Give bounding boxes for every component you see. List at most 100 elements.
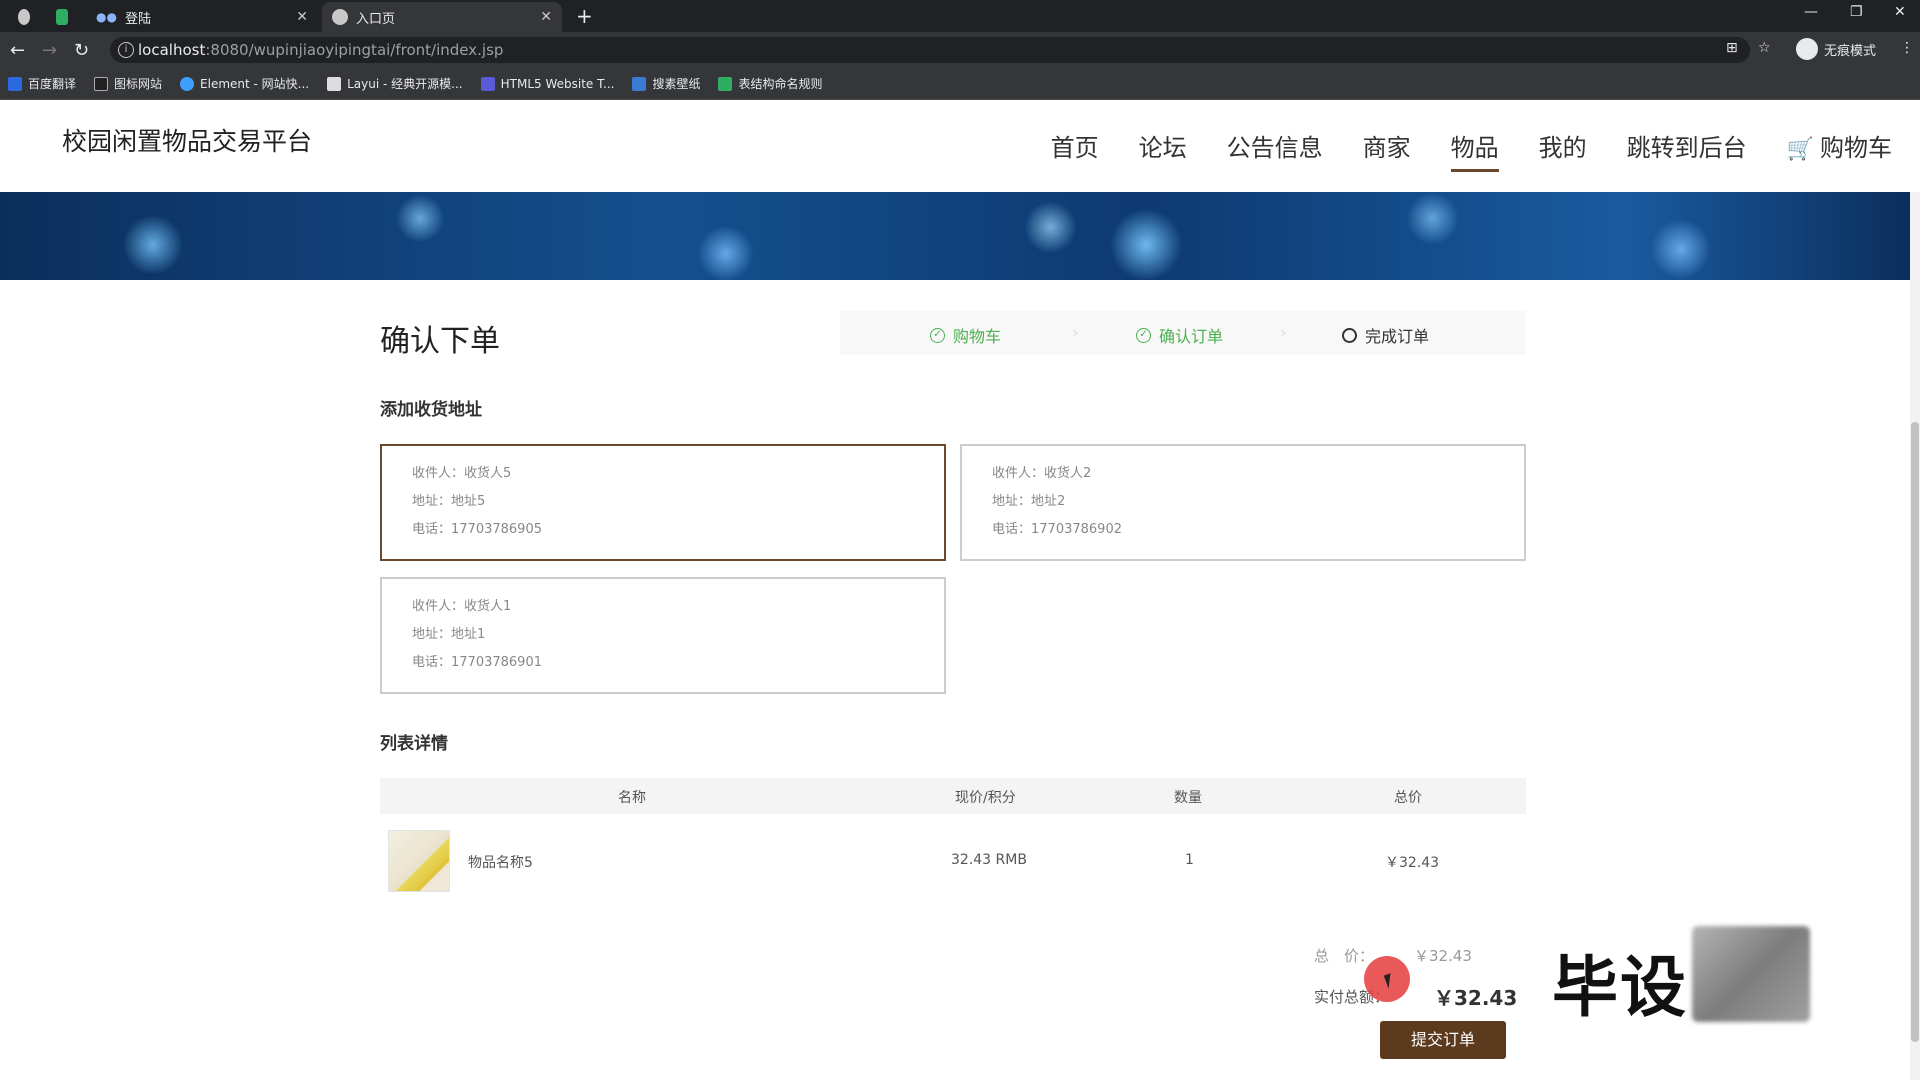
address-receiver: 收件人：收货人2 bbox=[992, 466, 1092, 481]
bookmarks-bar: 百度翻译 图标网站 Element - 网站快... Layui - 经典开源模… bbox=[0, 68, 1920, 100]
url-path: :8080/wupinjiaoyipingtai/front/index.jsp bbox=[205, 41, 504, 59]
bookmark-item[interactable]: 搜素壁纸 bbox=[632, 75, 700, 92]
address-bar: ← → ↻ i localhost:8080/wupinjiaoyipingta… bbox=[0, 32, 1920, 68]
globe-icon bbox=[332, 9, 348, 25]
step-confirm: ✓ 确认订单 bbox=[1136, 323, 1223, 347]
address-card[interactable]: 收件人：收货人5 地址：地址5 电话：17703786905 bbox=[380, 444, 946, 561]
item-name[interactable]: 物品名称5 bbox=[468, 852, 533, 872]
main-nav: 首页 论坛 公告信息 商家 物品 我的 跳转到后台 🛒 购物车 bbox=[1011, 128, 1892, 172]
item-total: ￥32.43 bbox=[1385, 855, 1440, 871]
chevron-right-icon: › bbox=[1280, 323, 1287, 342]
table-header: 名称 现价/积分 数量 总价 bbox=[380, 778, 1526, 814]
bookmark-label: HTML5 Website T... bbox=[500, 76, 615, 91]
address-receiver: 收件人：收货人5 bbox=[412, 466, 512, 481]
info-icon[interactable]: i bbox=[118, 42, 134, 58]
bookmark-item[interactable]: Element - 网站快... bbox=[180, 75, 309, 92]
item-price: 32.43 RMB bbox=[951, 852, 1027, 868]
bookmark-item[interactable]: 百度翻译 bbox=[8, 75, 76, 92]
column-header-name: 名称 bbox=[618, 790, 646, 806]
nav-mine[interactable]: 我的 bbox=[1539, 128, 1587, 172]
tab-entry[interactable]: 入口页 ✕ bbox=[322, 2, 562, 32]
close-window-icon[interactable]: ✕ bbox=[1894, 4, 1906, 20]
translate-icon[interactable]: ⊞ bbox=[1726, 40, 1738, 56]
address-card[interactable]: 收件人：收货人2 地址：地址2 电话：17703786902 bbox=[960, 444, 1526, 561]
bookmark-item[interactable]: 图标网站 bbox=[94, 75, 162, 92]
dots-icon: ●● bbox=[96, 10, 117, 24]
tab-sheet[interactable] bbox=[46, 2, 86, 32]
minimize-icon[interactable]: — bbox=[1804, 4, 1818, 20]
reload-icon[interactable]: ↻ bbox=[74, 40, 89, 61]
total-value: ￥32.43 bbox=[1414, 947, 1472, 965]
incognito-badge[interactable]: 无痕模式 bbox=[1796, 38, 1876, 60]
html5-icon bbox=[480, 76, 495, 91]
table-row: 物品名称5 32.43 RMB 1 ￥32.43 bbox=[380, 826, 1526, 896]
bookmark-label: 百度翻译 bbox=[28, 77, 77, 91]
tab-label: 入口页 bbox=[356, 11, 396, 27]
site-header: 校园闲置物品交易平台 首页 论坛 公告信息 商家 物品 我的 跳转到后台 🛒 购物… bbox=[0, 100, 1910, 192]
tab-login[interactable]: ●● 登陆 ✕ bbox=[86, 2, 318, 32]
browser-tab-bar: ●● 登陆 ✕ 入口页 ✕ + — ❐ ✕ bbox=[0, 0, 1920, 32]
address-receiver: 收件人：收货人1 bbox=[412, 599, 512, 614]
item-thumbnail[interactable] bbox=[388, 830, 450, 892]
bookmark-label: 搜素壁纸 bbox=[652, 77, 701, 91]
address-phone: 电话：17703786905 bbox=[412, 522, 542, 537]
submit-order-button[interactable]: 提交订单 bbox=[1380, 1021, 1506, 1059]
watermark-text: 毕设 bbox=[1552, 949, 1688, 1026]
bookmark-label: 表结构命名规则 bbox=[738, 77, 823, 91]
circle-icon bbox=[1342, 327, 1357, 343]
tab-chrome[interactable] bbox=[8, 2, 48, 32]
check-circle-icon: ✓ bbox=[930, 327, 945, 343]
incognito-icon bbox=[1796, 38, 1818, 60]
address-line: 地址：地址2 bbox=[992, 494, 1066, 509]
page-scrollbar[interactable] bbox=[1910, 192, 1920, 1080]
nav-forum[interactable]: 论坛 bbox=[1139, 128, 1187, 172]
bookmark-item[interactable]: Layui - 经典开源模... bbox=[327, 75, 463, 92]
nav-cart[interactable]: 🛒 购物车 bbox=[1787, 128, 1892, 172]
chevron-right-icon: › bbox=[1072, 323, 1079, 342]
final-amount-value: ￥32.43 bbox=[1434, 986, 1518, 1010]
tab-label: 登陆 bbox=[124, 11, 151, 27]
sheet-icon bbox=[56, 9, 68, 25]
column-header-total: 总价 bbox=[1394, 790, 1422, 806]
wallpaper-icon bbox=[632, 76, 647, 91]
item-quantity: 1 bbox=[1185, 852, 1194, 868]
close-icon[interactable]: ✕ bbox=[540, 9, 552, 25]
nav-merchants[interactable]: 商家 bbox=[1363, 128, 1411, 172]
new-tab-icon[interactable]: + bbox=[576, 4, 593, 28]
forward-icon[interactable]: → bbox=[42, 40, 57, 61]
address-line: 地址：地址1 bbox=[412, 627, 486, 642]
scrollbar-thumb[interactable] bbox=[1911, 422, 1919, 1042]
bookmark-label: 图标网站 bbox=[114, 77, 163, 91]
sheet-icon bbox=[718, 76, 733, 91]
restore-icon[interactable]: ❐ bbox=[1850, 4, 1863, 20]
list-section-title: 列表详情 bbox=[380, 734, 448, 754]
nav-announcements[interactable]: 公告信息 bbox=[1227, 128, 1323, 172]
back-icon[interactable]: ← bbox=[10, 40, 25, 61]
site-title[interactable]: 校园闲置物品交易平台 bbox=[62, 122, 312, 158]
banner-image bbox=[0, 192, 1910, 280]
column-header-price: 现价/积分 bbox=[955, 790, 1016, 806]
url-field[interactable]: i localhost:8080/wupinjiaoyipingtai/fron… bbox=[110, 37, 1750, 63]
nav-items[interactable]: 物品 bbox=[1450, 128, 1499, 172]
bookmark-label: Element - 网站快... bbox=[200, 77, 310, 91]
address-section-title: 添加收货地址 bbox=[380, 400, 482, 420]
address-phone: 电话：17703786901 bbox=[412, 655, 542, 670]
bookmark-item[interactable]: HTML5 Website T... bbox=[480, 76, 615, 91]
step-label: 完成订单 bbox=[1365, 327, 1430, 346]
step-complete: 完成订单 bbox=[1342, 323, 1429, 347]
column-header-quantity: 数量 bbox=[1174, 790, 1202, 806]
nav-admin[interactable]: 跳转到后台 bbox=[1627, 128, 1747, 172]
close-icon[interactable]: ✕ bbox=[296, 9, 308, 25]
nav-home[interactable]: 首页 bbox=[1051, 128, 1099, 172]
menu-icon[interactable]: ⋮ bbox=[1900, 40, 1914, 56]
blurred-watermark bbox=[1692, 926, 1810, 1022]
bookmark-label: Layui - 经典开源模... bbox=[347, 77, 463, 91]
url-host: localhost bbox=[138, 41, 206, 59]
cart-icon: 🛒 bbox=[1786, 137, 1814, 162]
layui-icon bbox=[327, 76, 342, 91]
star-icon[interactable]: ☆ bbox=[1758, 40, 1771, 56]
check-circle-icon: ✓ bbox=[1136, 327, 1151, 343]
step-label: 确认订单 bbox=[1159, 327, 1224, 346]
bookmark-item[interactable]: 表结构命名规则 bbox=[718, 75, 822, 92]
address-card[interactable]: 收件人：收货人1 地址：地址1 电话：17703786901 bbox=[380, 577, 946, 694]
